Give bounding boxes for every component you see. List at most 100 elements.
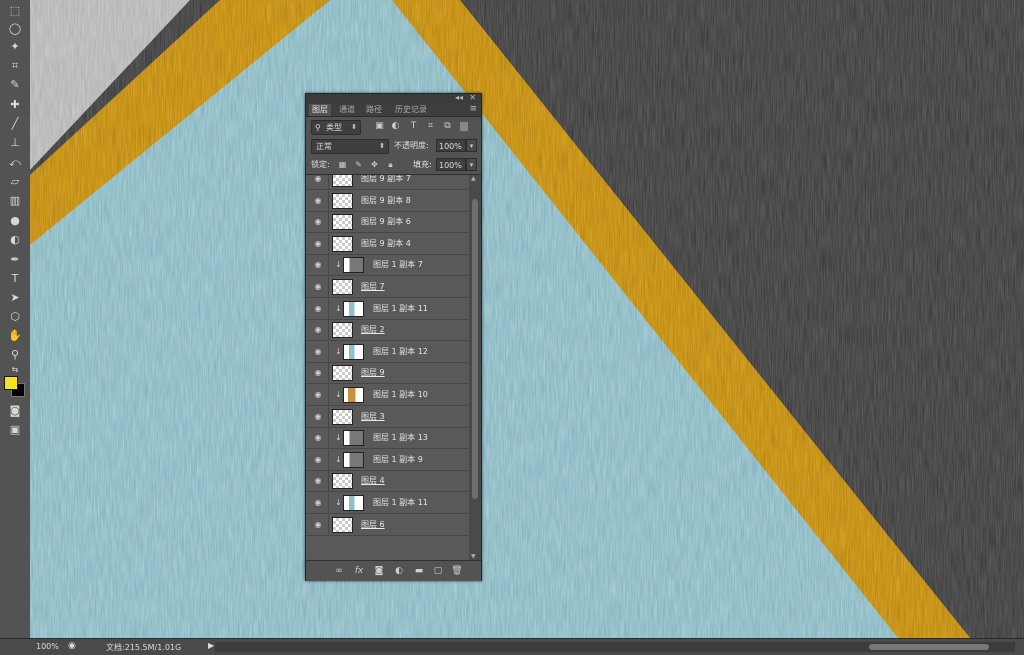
layer-row[interactable]: ◉ 图层 9 副本 8: [306, 190, 469, 212]
crop-tool-icon[interactable]: ⌗: [5, 57, 25, 73]
scroll-down-icon[interactable]: ▼: [471, 553, 476, 560]
visibility-eye-icon[interactable]: ◉: [313, 175, 323, 184]
layer-row[interactable]: ◉ 图层 9 副本 7: [306, 175, 469, 190]
filter-kind-select[interactable]: ⚲ 类型 ⬍: [311, 120, 361, 135]
visibility-eye-icon[interactable]: ◉: [313, 520, 323, 530]
smart-object-filter-icon[interactable]: ⧉: [442, 121, 453, 132]
filter-toggle-icon[interactable]: [460, 122, 468, 131]
healing-brush-tool-icon[interactable]: ✚: [5, 96, 25, 112]
layer-thumbnail[interactable]: [332, 365, 353, 382]
scroll-up-icon[interactable]: ▲: [471, 175, 476, 182]
layer-row[interactable]: ◉ ↓ 图层 1 副本 9: [306, 449, 469, 471]
lock-transparency-icon[interactable]: ▦: [337, 159, 348, 170]
visibility-eye-icon[interactable]: ◉: [313, 368, 323, 378]
visibility-eye-icon[interactable]: ◉: [313, 260, 323, 270]
layer-thumbnail[interactable]: [343, 387, 364, 403]
layer-row[interactable]: ◉ ↓ 图层 1 副本 12: [306, 341, 469, 363]
layer-row[interactable]: ◉ 图层 9 副本 4: [306, 233, 469, 255]
layer-row[interactable]: ◉ 图层 3: [306, 406, 469, 428]
layer-thumbnail[interactable]: [343, 495, 364, 511]
layer-thumbnail[interactable]: [332, 175, 353, 187]
adjustment-filter-icon[interactable]: ◐: [390, 121, 401, 132]
layer-name[interactable]: 图层 9: [361, 367, 385, 379]
marquee-tool-icon[interactable]: ⬚: [5, 2, 25, 18]
eraser-tool-icon[interactable]: ▱: [5, 173, 25, 189]
blend-mode-select[interactable]: 正常 ⬍: [311, 139, 389, 154]
layer-row[interactable]: ◉ ↓ 图层 1 副本 11: [306, 298, 469, 320]
blur-tool-icon[interactable]: ●: [5, 212, 25, 228]
type-tool-icon[interactable]: T: [5, 270, 25, 286]
panel-menu-icon[interactable]: ≡: [469, 104, 477, 114]
tab-channels[interactable]: 通道: [336, 104, 358, 116]
clone-stamp-tool-icon[interactable]: ⊥: [5, 134, 25, 150]
zoom-tool-icon[interactable]: ⚲: [5, 346, 25, 362]
layer-thumbnail[interactable]: [332, 214, 353, 231]
new-layer-icon[interactable]: ▢: [432, 565, 444, 577]
hand-tool-icon[interactable]: ✋: [5, 327, 25, 343]
status-menu-arrow-icon[interactable]: ▶: [208, 641, 214, 650]
layer-thumbnail[interactable]: [343, 430, 364, 447]
add-mask-icon[interactable]: ◙: [373, 565, 385, 577]
pixel-filter-icon[interactable]: ▣: [374, 121, 385, 132]
shape-filter-icon[interactable]: ⌗: [425, 121, 436, 132]
opacity-input[interactable]: 100%: [436, 139, 466, 152]
new-group-icon[interactable]: ▬: [413, 565, 425, 577]
layer-name[interactable]: 图层 9 副本 8: [361, 195, 411, 207]
layer-thumbnail[interactable]: [332, 408, 353, 425]
tab-history[interactable]: 历史记录: [392, 104, 430, 116]
visibility-eye-icon[interactable]: ◉: [313, 498, 323, 508]
layer-row[interactable]: ◉ 图层 9: [306, 363, 469, 385]
lock-all-icon[interactable]: 🔒︎: [385, 159, 396, 170]
horizontal-scroll-thumb[interactable]: [869, 644, 989, 650]
tab-layers[interactable]: 图层: [309, 104, 331, 116]
visibility-eye-icon[interactable]: ◉: [313, 412, 323, 422]
collapse-icon[interactable]: ◂◂: [455, 93, 463, 102]
lock-position-icon[interactable]: ✥: [369, 159, 380, 170]
adjustment-layer-icon[interactable]: ◐: [393, 565, 405, 577]
layer-row[interactable]: ◉ 图层 6: [306, 514, 469, 536]
visibility-eye-icon[interactable]: ◉: [313, 239, 323, 249]
layer-name[interactable]: 图层 1 副本 11: [373, 497, 428, 509]
layer-row[interactable]: ◉ 图层 7: [306, 277, 469, 298]
layer-name[interactable]: 图层 1 副本 13: [373, 432, 428, 444]
brush-tool-icon[interactable]: ╱: [5, 115, 25, 131]
delete-layer-icon[interactable]: 🗑︎: [451, 565, 463, 577]
visibility-eye-icon[interactable]: ◉: [313, 304, 323, 314]
visibility-eye-icon[interactable]: ◉: [313, 217, 323, 227]
layer-thumbnail[interactable]: [332, 516, 353, 533]
layer-row[interactable]: ◉ 图层 9 副本 6: [306, 212, 469, 234]
layer-name[interactable]: 图层 9 副本 7: [361, 175, 411, 185]
visibility-eye-icon[interactable]: ◉: [313, 455, 323, 465]
zoom-level[interactable]: 100%: [36, 642, 59, 651]
layer-name[interactable]: 图层 1 副本 10: [373, 389, 428, 401]
layer-name[interactable]: 图层 3: [361, 411, 385, 423]
visibility-eye-icon[interactable]: ◉: [313, 325, 323, 335]
gradient-tool-icon[interactable]: ▥: [5, 192, 25, 208]
layer-row[interactable]: ◉ ↓ 图层 1 副本 10: [306, 385, 469, 406]
quick-mask-icon[interactable]: ◙: [5, 402, 25, 418]
foreground-color-swatch[interactable]: [4, 376, 18, 390]
layer-row[interactable]: ◉ ↓ 图层 1 副本 13: [306, 428, 469, 450]
fill-input[interactable]: 100%: [436, 158, 466, 171]
document-canvas[interactable]: [30, 0, 1024, 638]
layer-name[interactable]: 图层 6: [361, 519, 385, 531]
panel-title-bar[interactable]: ◂◂ ✕: [306, 93, 481, 103]
layers-scrollbar[interactable]: ▲ ▼: [469, 175, 481, 560]
lasso-tool-icon[interactable]: ◯: [5, 20, 25, 36]
share-icon[interactable]: ◉: [68, 641, 76, 651]
layer-thumbnail[interactable]: [343, 451, 364, 468]
layer-row[interactable]: ◉ 图层 2: [306, 320, 469, 342]
layer-thumbnail[interactable]: [332, 235, 353, 252]
layer-name[interactable]: 图层 1 副本 11: [373, 303, 428, 315]
visibility-eye-icon[interactable]: ◉: [313, 433, 323, 443]
shape-tool-icon[interactable]: ⬡: [5, 308, 25, 324]
layer-row[interactable]: ◉ ↓ 图层 1 副本 7: [306, 255, 469, 277]
layer-name[interactable]: 图层 1 副本 9: [373, 454, 423, 466]
screen-mode-icon[interactable]: ▣: [5, 421, 25, 437]
layer-name[interactable]: 图层 7: [361, 281, 385, 293]
type-filter-icon[interactable]: T: [408, 121, 419, 132]
magic-wand-tool-icon[interactable]: ✦: [5, 38, 25, 54]
close-icon[interactable]: ✕: [469, 93, 476, 102]
layer-thumbnail[interactable]: [343, 300, 364, 317]
layer-name[interactable]: 图层 9 副本 4: [361, 238, 411, 250]
